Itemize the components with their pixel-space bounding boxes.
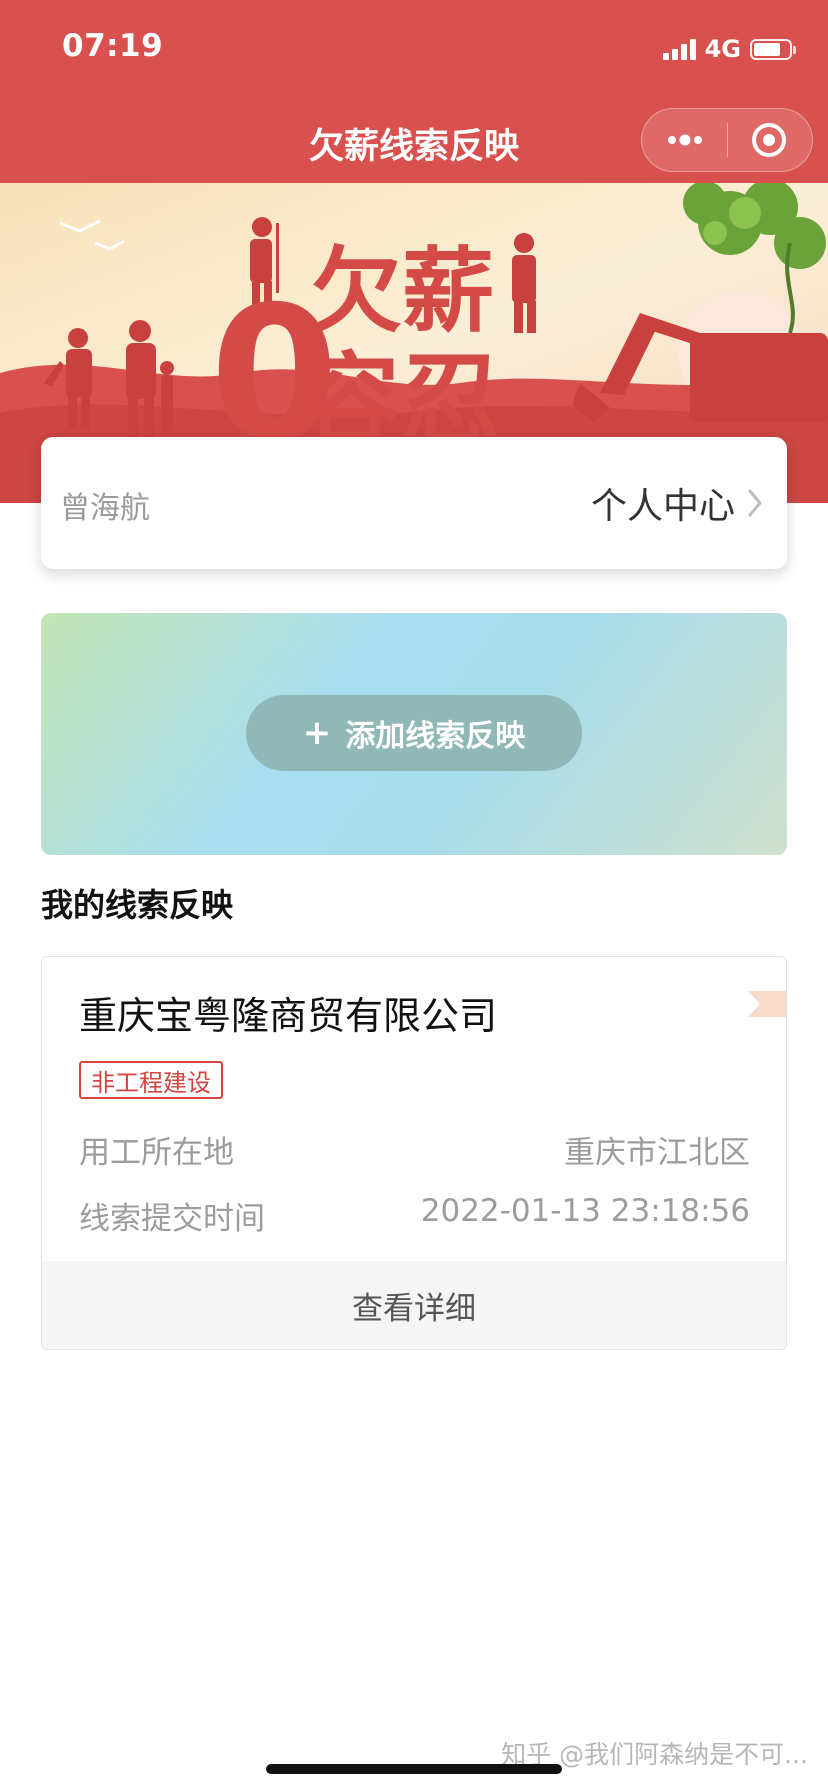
battery-level [754, 42, 780, 56]
add-clue-label: 添加线索反映 [345, 719, 526, 754]
close-button[interactable] [728, 109, 812, 171]
personal-center-label: 个人中心 [590, 486, 735, 527]
personal-center-link[interactable]: 个人中心 [591, 477, 763, 529]
company-name: 重庆宝粤隆商贸有限公司 [79, 994, 498, 1038]
more-dots-icon [668, 134, 702, 146]
status-time: 07:19 [62, 28, 164, 64]
clue-type-tag: 非工程建设 [79, 1061, 223, 1099]
home-indicator[interactable] [266, 1764, 562, 1774]
user-card: 曾海航 个人中心 [41, 437, 787, 569]
mini-program-capsule [641, 108, 813, 172]
battery-icon [750, 38, 796, 60]
chevron-right-icon [748, 489, 762, 517]
corner-ribbon-icon [748, 991, 786, 1017]
view-detail-button[interactable]: 查看详细 [42, 1261, 786, 1349]
submit-time-label: 线索提交时间 [79, 1201, 265, 1237]
section-title: 我的线索反映 [41, 886, 234, 924]
location-value: 重庆市江北区 [564, 1135, 750, 1171]
network-type: 4G [704, 35, 741, 63]
add-clue-panel: + 添加线索反映 [41, 613, 787, 855]
target-circle-icon [752, 123, 786, 157]
status-indicators: 4G [662, 34, 796, 64]
add-clue-button[interactable]: + 添加线索反映 [246, 695, 582, 771]
view-detail-label: 查看详细 [352, 1290, 476, 1327]
user-name: 曾海航 [60, 491, 150, 526]
svg-text:欠薪: 欠薪 [310, 238, 494, 345]
more-button[interactable] [642, 109, 727, 171]
signal-icon [662, 38, 696, 60]
location-label: 用工所在地 [79, 1135, 234, 1171]
clue-card: 重庆宝粤隆商贸有限公司 非工程建设 用工所在地 重庆市江北区 线索提交时间 20… [41, 956, 787, 1350]
plus-icon: + [302, 713, 332, 753]
submit-time-value: 2022-01-13 23:18:56 [420, 1193, 750, 1229]
